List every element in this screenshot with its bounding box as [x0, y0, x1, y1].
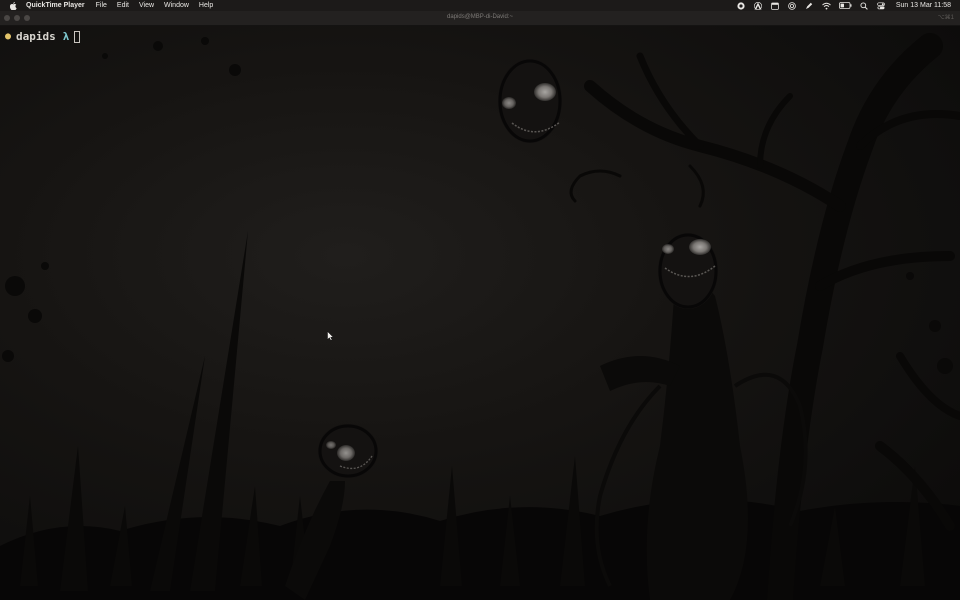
menu-bar: QuickTime Player File Edit View Window H… — [0, 0, 960, 11]
menu-app-name[interactable]: QuickTime Player — [26, 2, 85, 9]
text-cursor — [74, 31, 81, 43]
menu-file[interactable]: File — [96, 2, 107, 9]
menu-view[interactable]: View — [139, 2, 154, 9]
window-shortcut: ⌥⌘1 — [937, 15, 954, 21]
search-icon[interactable] — [860, 1, 869, 10]
status-area: Sun 13 Mar 11:58 — [737, 0, 951, 11]
menu-clock[interactable]: Sun 13 Mar 11:58 — [896, 2, 951, 9]
mouse-pointer-icon — [327, 331, 334, 341]
desktop-screen: QuickTime Player File Edit View Window H… — [0, 0, 960, 600]
window-title: dapids@MBP-di-David:~ — [447, 14, 513, 20]
apple-logo-icon[interactable] — [8, 1, 18, 11]
pen-icon[interactable] — [805, 1, 814, 10]
menu-window[interactable]: Window — [164, 2, 189, 9]
shell-prompt[interactable]: ● dapids λ — [5, 30, 81, 44]
menu-edit[interactable]: Edit — [117, 2, 129, 9]
terminal-content[interactable]: ● dapids λ — [0, 26, 960, 600]
background-artwork — [0, 33, 960, 600]
control-center-icon[interactable] — [877, 1, 886, 10]
adobe-icon[interactable] — [754, 1, 763, 10]
battery-icon[interactable] — [838, 1, 852, 10]
terminal-titlebar[interactable]: dapids@MBP-di-David:~ ⌥⌘1 — [0, 11, 960, 26]
prompt-lambda-symbol: λ — [62, 30, 70, 43]
target-icon[interactable] — [788, 1, 797, 10]
prompt-status-dot: ● — [5, 31, 12, 42]
record-icon[interactable] — [737, 1, 746, 10]
menu-help[interactable]: Help — [199, 2, 213, 9]
calendar-icon[interactable] — [771, 1, 780, 10]
wifi-icon[interactable] — [822, 1, 831, 10]
prompt-username: dapids — [16, 30, 56, 43]
